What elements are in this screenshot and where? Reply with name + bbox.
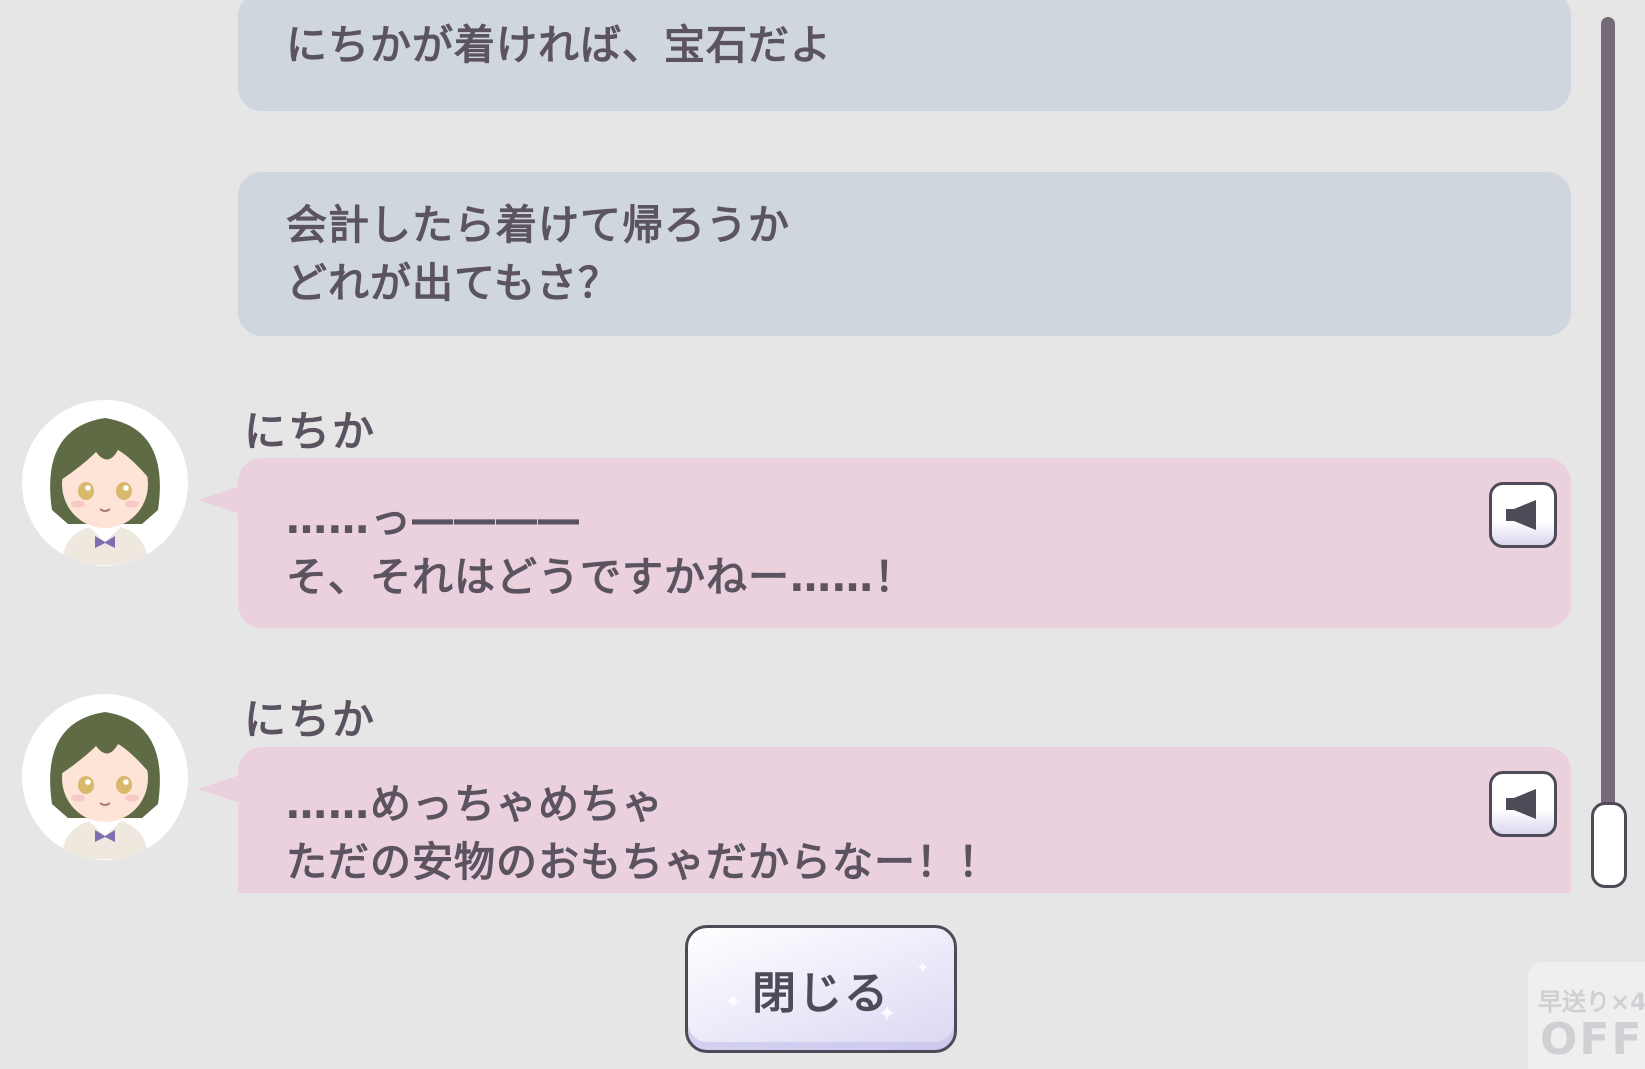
scrollbar-thumb[interactable] [1591, 802, 1627, 888]
nichika-portrait-icon [50, 712, 160, 859]
speaker-name: にちか [244, 695, 377, 744]
narration-bubble: にちかが着ければ、宝石だよ [238, 0, 1571, 111]
sparkle-icon: ✦ [724, 990, 745, 1015]
message-line: ただの安物のおもちゃだからなー！！ [286, 838, 1000, 886]
speaker-icon [1506, 500, 1536, 530]
character-avatar [22, 400, 188, 566]
sparkle-icon: ✦ [916, 958, 932, 977]
message-line: にちかが着ければ、宝石だよ [286, 21, 832, 69]
character-bubble: ……っ―――― そ、それはどうですかねー……！ [198, 458, 1571, 628]
message-log[interactable]: にちかが着ければ、宝石だよ 会計したら着けて帰ろうか どれが出てもさ？ にちか … [0, 0, 1645, 893]
character-avatar [22, 694, 188, 860]
narration-bubble: 会計したら着けて帰ろうか どれが出てもさ？ [238, 172, 1571, 336]
voice-replay-button[interactable] [1489, 482, 1557, 548]
speaker-icon [1506, 789, 1536, 819]
fastforward-toggle[interactable]: 早送り×4 OFF [1528, 962, 1645, 1069]
fastforward-label: 早送り×4 [1538, 988, 1645, 1016]
speaker-name: にちか [244, 407, 377, 456]
sparkle-icon: ✦ [878, 1002, 899, 1027]
message-line: 会計したら着けて帰ろうか [286, 201, 790, 249]
voice-replay-button[interactable] [1489, 771, 1557, 837]
nichika-portrait-icon [50, 418, 160, 565]
character-bubble: ……めっちゃめちゃ ただの安物のおもちゃだからなー！！ [198, 747, 1571, 893]
close-button-label: 閉じる [752, 968, 890, 1019]
message-line: そ、それはどうですかねー……！ [286, 553, 916, 601]
message-line: どれが出てもさ？ [286, 259, 620, 307]
fastforward-state: OFF [1540, 1014, 1644, 1065]
message-line: ……っ―――― [286, 495, 580, 543]
bubble-tail [198, 486, 240, 514]
close-button[interactable]: ✦ ✦ ✦ 閉じる [685, 925, 957, 1053]
bubble-tail [198, 775, 240, 803]
message-line: ……めっちゃめちゃ [286, 780, 664, 828]
scrollbar-track[interactable] [1601, 17, 1615, 879]
